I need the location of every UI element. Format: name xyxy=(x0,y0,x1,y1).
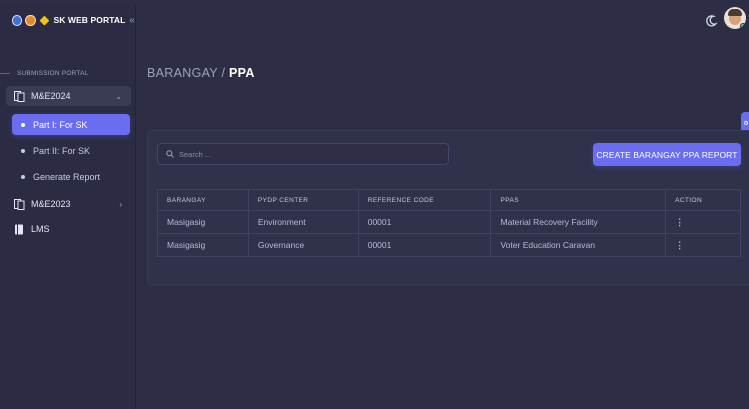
sidebar-subitem-part-i[interactable]: Part I: For SK xyxy=(12,114,130,135)
user-avatar[interactable] xyxy=(724,7,746,29)
moon-icon[interactable] xyxy=(704,14,718,28)
app-title: SK WEB PORTAL xyxy=(53,15,126,25)
sidebar-item-me2024[interactable]: M&E2024 ⌄ xyxy=(6,86,131,106)
column-header-barangay[interactable]: BARANGAY xyxy=(157,189,249,211)
sidebar-item-me2023[interactable]: M&E2023 › xyxy=(6,194,131,214)
cell-action: ⋮ xyxy=(665,210,741,234)
cell-barangay: Masigasig xyxy=(157,233,249,257)
cell-reference-code: 00001 xyxy=(357,210,492,234)
cell-ppas: Voter Education Caravan xyxy=(490,233,667,257)
ppa-table: BARANGAY PYDP CENTER REFERENCE CODE PPAS… xyxy=(157,189,741,257)
sidebar-subitem-part-ii[interactable]: Part II: For SK xyxy=(12,140,130,161)
column-header-reference-code[interactable]: REFERENCE CODE xyxy=(357,189,492,211)
column-header-ppas[interactable]: PPAS xyxy=(490,189,667,211)
sidebar-subitem-generate-report[interactable]: Generate Report xyxy=(12,166,130,187)
section-divider xyxy=(0,73,10,74)
sidebar-item-label: LMS xyxy=(31,224,50,234)
online-status-indicator xyxy=(740,23,746,29)
cell-pydp-center: Environment xyxy=(247,210,359,234)
sidebar: SK WEB PORTAL « SUBMISSION PORTAL M&E202… xyxy=(0,4,136,409)
kebab-menu-icon[interactable]: ⋮ xyxy=(675,240,684,250)
logo-emblem-orange xyxy=(25,14,36,26)
bullet-icon xyxy=(21,174,25,179)
breadcrumb: BARANGAY / PPA xyxy=(147,66,255,80)
search-icon xyxy=(166,145,174,163)
cell-reference-code: 00001 xyxy=(357,233,492,257)
cell-barangay: Masigasig xyxy=(157,210,249,234)
cell-ppas: Material Recovery Facility xyxy=(490,210,667,234)
cell-pydp-center: Governance xyxy=(247,233,359,257)
sidebar-subitem-label: Part II: For SK xyxy=(33,145,91,156)
document-icon xyxy=(14,90,25,102)
sidebar-subitem-label: Generate Report xyxy=(33,171,101,182)
content-card: CREATE BARANGAY PPA REPORT BARANGAY PYDP… xyxy=(147,130,749,285)
document-icon xyxy=(14,198,25,210)
chevron-right-icon: › xyxy=(119,199,122,209)
table-header-row: BARANGAY PYDP CENTER REFERENCE CODE PPAS… xyxy=(157,189,741,211)
topbar xyxy=(137,4,749,38)
breadcrumb-parent[interactable]: BARANGAY / xyxy=(147,66,229,80)
collapse-chevrons-icon[interactable]: « xyxy=(129,15,135,26)
kebab-menu-icon[interactable]: ⋮ xyxy=(675,217,684,227)
create-barangay-ppa-report-button[interactable]: CREATE BARANGAY PPA REPORT xyxy=(593,143,741,166)
section-label-submission-portal: SUBMISSION PORTAL xyxy=(0,70,135,77)
sidebar-subitem-label: Part I: For SK xyxy=(33,119,88,130)
brand[interactable]: SK WEB PORTAL « xyxy=(0,4,135,36)
search-box[interactable] xyxy=(157,143,449,165)
table-row: Masigasig Environment 00001 Material Rec… xyxy=(157,210,741,234)
table-row: Masigasig Governance 00001 Voter Educati… xyxy=(157,233,741,257)
search-input[interactable] xyxy=(179,149,439,159)
avatar-hair xyxy=(728,9,742,16)
bullet-icon xyxy=(21,148,25,153)
sidebar-item-label: M&E2024 xyxy=(31,91,71,101)
logo-emblem-star xyxy=(39,15,49,25)
sidebar-item-lms[interactable]: LMS xyxy=(6,219,131,239)
section-label-text: SUBMISSION PORTAL xyxy=(17,70,89,77)
cell-action: ⋮ xyxy=(665,233,741,257)
book-icon xyxy=(14,224,25,235)
sidebar-item-label: M&E2023 xyxy=(31,199,71,209)
column-header-action: ACTION xyxy=(665,189,741,211)
chevron-down-icon: ⌄ xyxy=(115,91,122,101)
column-header-pydp-center[interactable]: PYDP CENTER xyxy=(247,189,359,211)
breadcrumb-current: PPA xyxy=(229,66,255,80)
bullet-icon xyxy=(21,122,25,127)
logo-emblem-blue xyxy=(12,14,23,26)
